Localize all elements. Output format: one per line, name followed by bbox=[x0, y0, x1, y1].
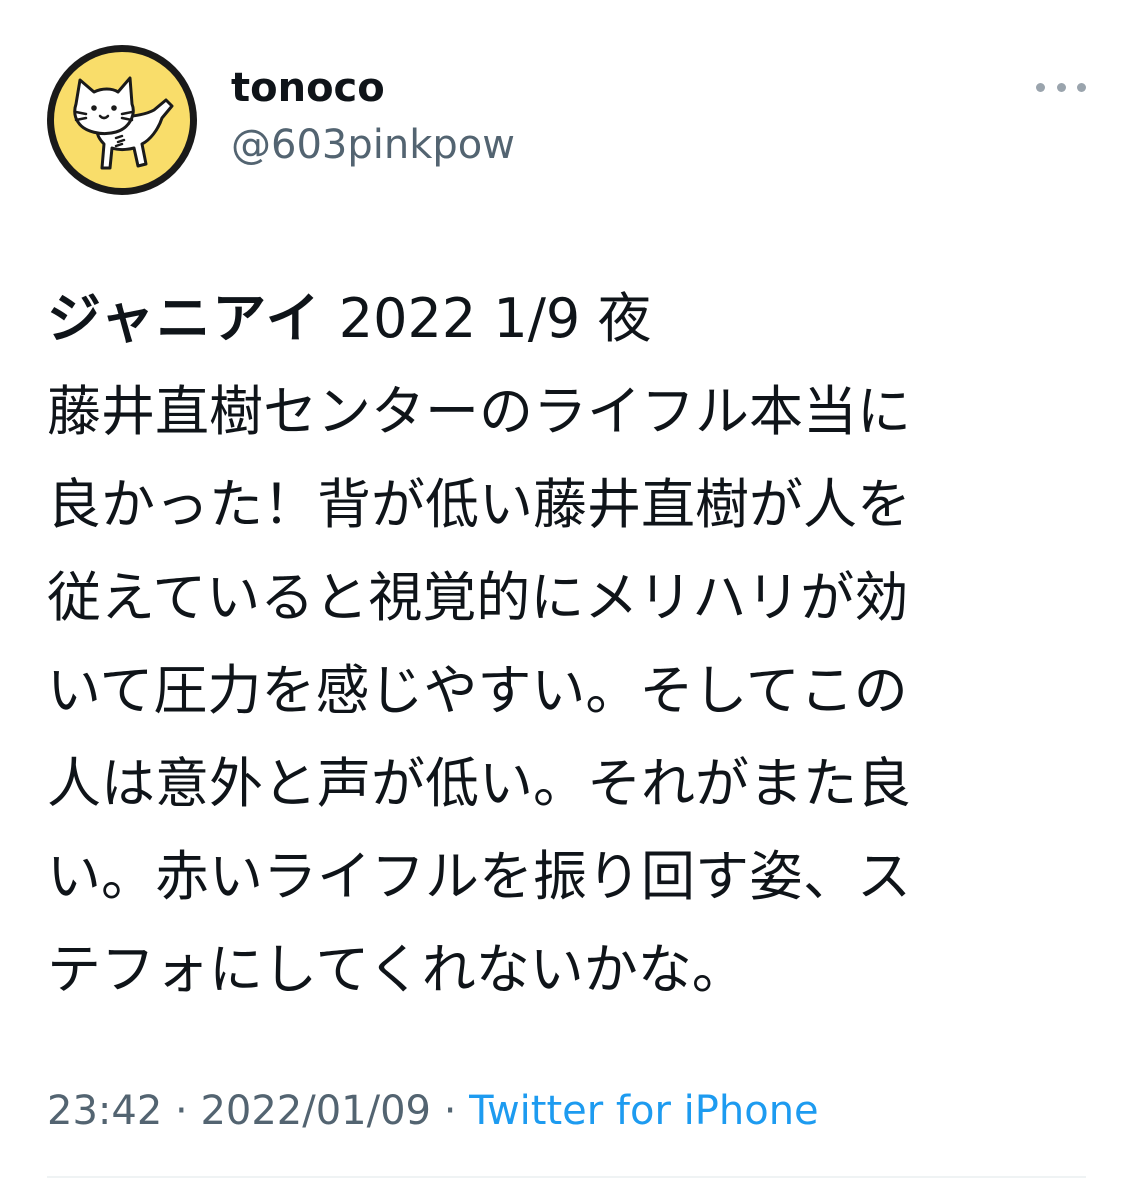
tweet: tonoco @603pinkpow ジャニアイ 2022 1/9 夜 藤井直樹… bbox=[0, 0, 1133, 1200]
tweet-line: いて圧力を感じやすい。そしてこの bbox=[47, 659, 908, 722]
tweet-meta: 23:42 · 2022/01/09 · Twitter for iPhone bbox=[47, 1086, 819, 1136]
tweet-line: 良かった！背が低い藤井直樹が人を bbox=[47, 473, 911, 536]
dot bbox=[1056, 82, 1066, 92]
meta-separator: · bbox=[175, 1088, 188, 1134]
display-name[interactable]: tonoco bbox=[231, 64, 385, 112]
tweet-line: い。赤いライフルを振り回す姿、ス bbox=[47, 845, 911, 908]
tweet-line: テフォにしてくれないかな。 bbox=[47, 938, 746, 1001]
tweet-title-rest: 2022 1/9 夜 bbox=[338, 287, 652, 350]
tweet-line: 人は意外と声が低い。それがまた良 bbox=[47, 752, 911, 815]
tweet-text: ジャニアイ 2022 1/9 夜 藤井直樹センターのライフル本当に 良かった！背… bbox=[47, 272, 1087, 1016]
dot bbox=[1077, 82, 1086, 92]
divider bbox=[47, 1176, 1086, 1178]
dot bbox=[1036, 82, 1045, 92]
tweet-date[interactable]: 2022/01/09 bbox=[200, 1088, 431, 1134]
tweet-line: 従えていると視覚的にメリハリが効 bbox=[47, 566, 909, 629]
cat-avatar-icon bbox=[54, 52, 190, 188]
avatar[interactable] bbox=[47, 45, 197, 195]
tweet-line: 藤井直樹センターのライフル本当に bbox=[47, 380, 911, 443]
tweet-title-line: ジャニアイ 2022 1/9 夜 bbox=[47, 272, 1087, 365]
user-handle[interactable]: @603pinkpow bbox=[231, 121, 515, 169]
tweet-time[interactable]: 23:42 bbox=[47, 1088, 162, 1134]
tweet-title-bold: ジャニアイ bbox=[47, 287, 322, 350]
tweet-source-link[interactable]: Twitter for iPhone bbox=[469, 1088, 819, 1134]
more-dots-icon[interactable] bbox=[1036, 72, 1086, 102]
meta-separator: · bbox=[443, 1088, 457, 1134]
